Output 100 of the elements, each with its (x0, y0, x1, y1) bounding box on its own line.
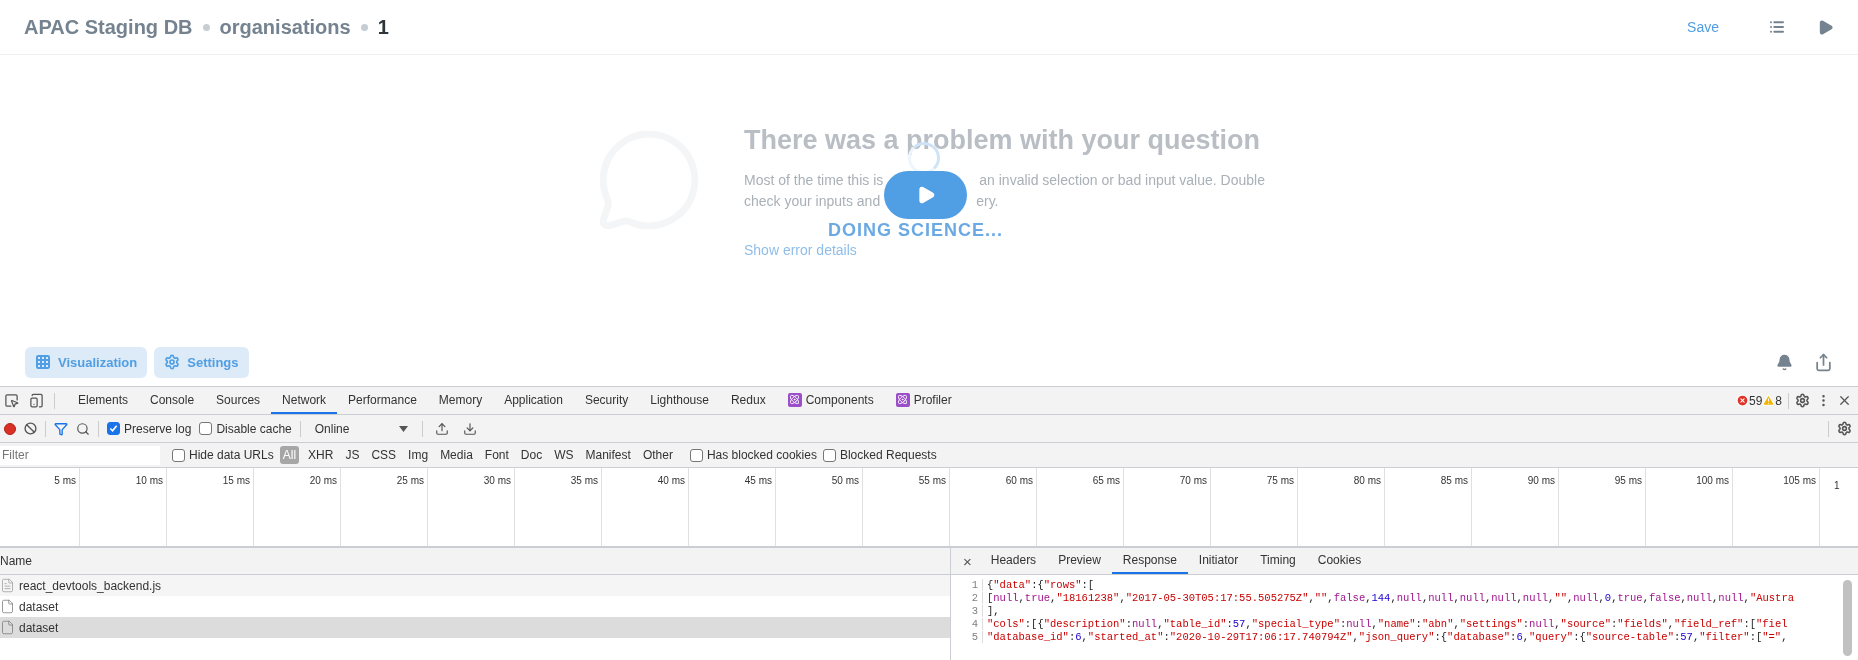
share-icon[interactable] (1814, 352, 1833, 372)
time-tick: 5 ms (54, 475, 76, 487)
type-filter[interactable]: CSS (368, 446, 400, 464)
type-filter[interactable]: Manifest (582, 446, 634, 464)
time-tick: 15 ms (222, 475, 250, 487)
atom-icon (787, 392, 802, 407)
device-icon[interactable] (29, 393, 44, 408)
error-count[interactable]: 59 (1748, 393, 1763, 408)
settings-icon[interactable] (1837, 421, 1852, 436)
devtools-tab[interactable]: Components (776, 387, 885, 414)
devtools-tab[interactable]: Application (493, 387, 574, 414)
checkbox[interactable] (199, 422, 213, 435)
column-header[interactable]: Name (0, 548, 950, 575)
devtools-tab[interactable]: Memory (427, 387, 494, 414)
breadcrumb[interactable]: organisations (219, 15, 351, 39)
devtools-tab[interactable]: Redux (719, 387, 777, 414)
detail-tab[interactable]: Preview (1047, 548, 1112, 574)
code-line: "cols":[{"description":null,"table_id":57,"special_type":null,"name":"abn","settings":null,"source":"fields","field_ref":["fiel (986, 617, 1788, 630)
time-tick: 80 ms (1353, 475, 1381, 487)
checkbox[interactable] (107, 422, 120, 435)
breadcrumb: 1 (377, 15, 389, 39)
devtools-tab[interactable]: Lighthouse (639, 387, 720, 414)
request-row[interactable]: react_devtools_backend.js (0, 575, 950, 596)
warning-count[interactable]: 8 (1775, 393, 1782, 408)
time-tick: 90 ms (1527, 475, 1555, 487)
breadcrumb[interactable]: APAC Staging DB (24, 15, 193, 39)
error-title: There was a problem with your question (744, 125, 1262, 156)
run-button[interactable] (884, 171, 967, 219)
upload-icon[interactable] (435, 421, 450, 436)
filter-icon[interactable] (54, 421, 68, 436)
time-tick: 35 ms (570, 475, 598, 487)
request-name: dataset (19, 620, 59, 635)
record-icon[interactable] (4, 422, 16, 435)
error-message: ery. (976, 192, 999, 211)
detail-tab[interactable]: Initiator (1187, 548, 1250, 574)
checkbox[interactable] (822, 448, 836, 462)
separator-dot-icon (360, 23, 368, 31)
checkbox[interactable] (689, 448, 703, 462)
settings-icon[interactable] (1795, 393, 1810, 408)
list-icon[interactable] (1769, 19, 1785, 35)
time-tick: 20 ms (309, 475, 337, 487)
devtools-tab[interactable]: Security (573, 387, 640, 414)
type-filter[interactable]: JS (342, 446, 363, 464)
time-tick: 50 ms (831, 475, 859, 487)
checkbox-label: Disable cache (216, 421, 292, 436)
close-button[interactable]: × (955, 552, 980, 570)
time-tick: 1 (1834, 480, 1840, 491)
file-icon (0, 578, 15, 593)
type-filter[interactable]: XHR (305, 446, 337, 464)
detail-tab[interactable]: Headers (979, 548, 1048, 574)
code-line: "database_id":6,"started_at":"2020-10-29T17:06:17.740794Z","json_query":{"database":6,"query":{"source-table":57,"filter":["=", (986, 630, 1788, 643)
error-message: Most of the time this is (744, 171, 884, 190)
type-filter[interactable]: Font (481, 446, 512, 464)
type-filter[interactable]: Img (405, 446, 432, 464)
time-tick: 10 ms (135, 475, 163, 487)
detail-tab[interactable]: Response (1111, 548, 1188, 574)
devtools-tab[interactable]: Profiler (884, 387, 963, 414)
clear-icon[interactable] (24, 422, 37, 435)
file-icon (0, 599, 15, 614)
type-filter[interactable]: Doc (517, 446, 546, 464)
search-icon[interactable] (76, 421, 90, 436)
type-filter[interactable]: Other (639, 446, 676, 464)
devtools-tab[interactable]: Sources (205, 387, 272, 414)
throttle-select[interactable]: Online (308, 421, 415, 436)
loading-text: DOING SCIENCE... (828, 220, 1004, 241)
devtools-tab[interactable]: Console (139, 387, 206, 414)
time-tick: 100 ms (1696, 475, 1729, 487)
checkbox-label: Blocked Requests (839, 448, 937, 462)
download-icon[interactable] (463, 421, 478, 436)
devtools-tab[interactable]: Performance (337, 387, 428, 414)
checkbox[interactable] (172, 448, 185, 462)
grid-icon (35, 354, 51, 370)
detail-tab[interactable]: Timing (1249, 548, 1307, 574)
error-icon (1735, 394, 1749, 407)
time-tick: 75 ms (1266, 475, 1294, 487)
request-row[interactable]: dataset (0, 617, 950, 638)
line-number: 4 (951, 617, 983, 630)
time-tick: 105 ms (1783, 475, 1816, 487)
line-number: 1 (951, 578, 983, 591)
devtools-tab[interactable]: Elements (67, 387, 140, 414)
detail-tab[interactable]: Cookies (1306, 548, 1373, 574)
close-icon[interactable] (1837, 393, 1852, 408)
time-tick: 95 ms (1614, 475, 1642, 487)
time-tick: 30 ms (483, 475, 511, 487)
line-number: 5 (951, 630, 983, 643)
inspect-icon[interactable] (4, 393, 19, 408)
time-tick: 60 ms (1005, 475, 1033, 487)
code-line: [null,true,"18161238","2017-05-30T05:17:55.505275Z","",false,144,null,null,null,null,null,"",null,0,true,false,null,null,"Austra (986, 591, 1794, 604)
time-tick: 70 ms (1179, 475, 1207, 487)
gear-icon (164, 354, 181, 370)
type-filter[interactable]: Media (437, 446, 476, 464)
scrollbar[interactable] (1843, 580, 1852, 656)
filter-field[interactable]: Filter (0, 445, 160, 465)
time-tick: 85 ms (1440, 475, 1468, 487)
type-filter[interactable]: WS (551, 446, 577, 464)
line-number: 3 (951, 604, 983, 617)
time-tick: 45 ms (744, 475, 772, 487)
checkbox-label: Hide data URLs (189, 448, 274, 462)
play-icon[interactable] (1817, 18, 1834, 36)
bell-icon[interactable] (1776, 353, 1793, 371)
